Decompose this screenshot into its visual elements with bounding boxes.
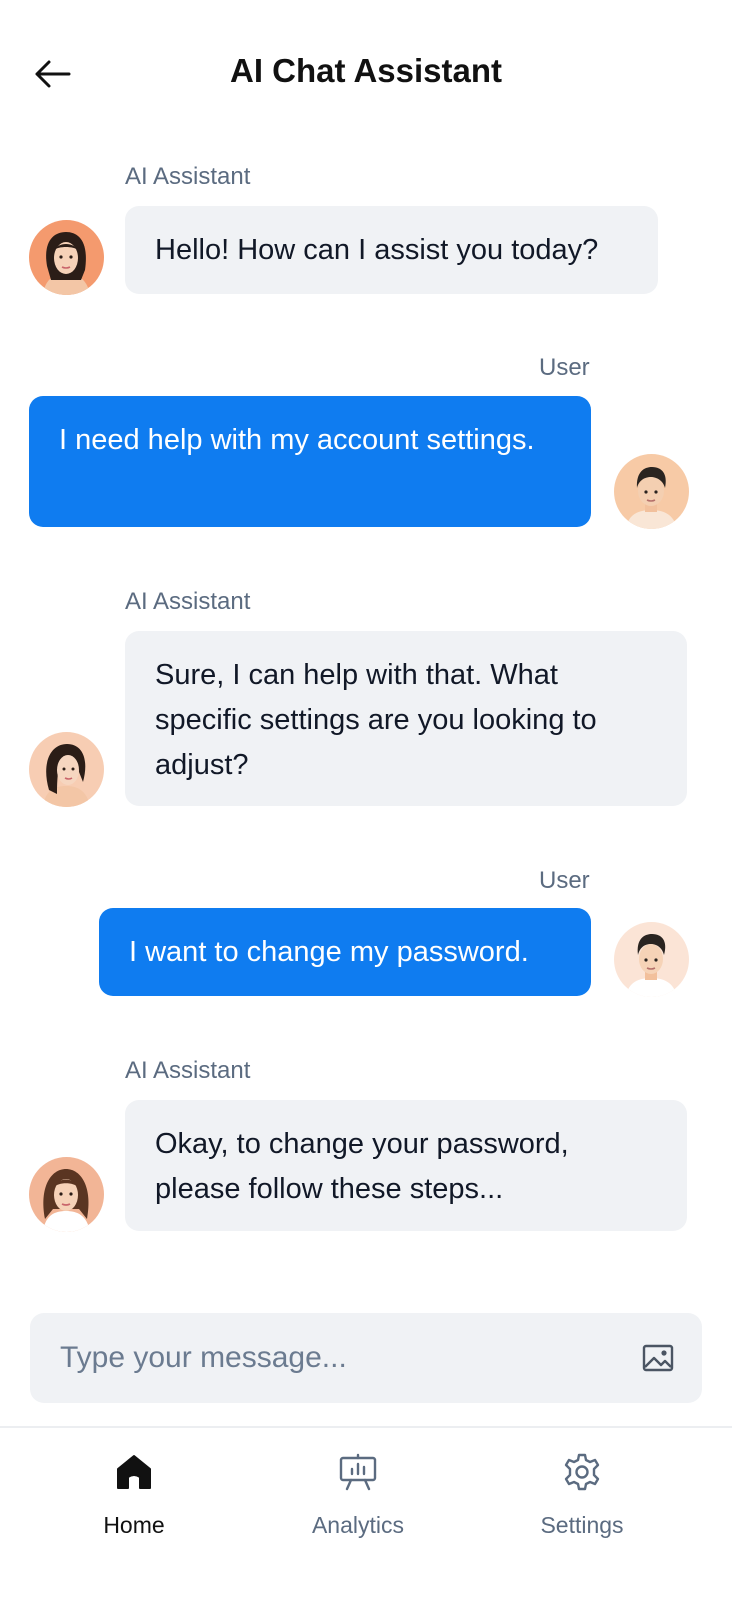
ai-message-bubble: Okay, to change your password, please fo… (125, 1100, 687, 1231)
analytics-icon (339, 1453, 377, 1491)
user-message-bubble: I want to change my password. (99, 908, 591, 996)
message-sender-label: AI Assistant (125, 163, 251, 190)
page-title: AI Chat Assistant (230, 52, 502, 89)
message-text: I need help with my account settings. (59, 424, 535, 456)
ai-avatar (29, 1157, 104, 1232)
gear-icon (564, 1453, 600, 1491)
message-sender-label: User (539, 867, 590, 894)
ai-message-bubble: Sure, I can help with that. What specifi… (125, 631, 687, 806)
message-sender-label: AI Assistant (125, 588, 251, 615)
app-header: AI Chat Assistant (0, 0, 732, 150)
message-text: Hello! How can I assist you today? (155, 234, 599, 266)
nav-label: Settings (540, 1512, 624, 1538)
message-text: Okay, to change your password, please fo… (155, 1128, 569, 1205)
message-sender-label: User (539, 354, 590, 381)
user-message-bubble: I need help with my account settings. (29, 396, 591, 527)
nav-label: Analytics (311, 1512, 405, 1538)
message-sender-label: AI Assistant (125, 1057, 251, 1084)
nav-item-analytics[interactable]: Analytics (258, 1428, 458, 1558)
ai-avatar (29, 220, 104, 295)
message-text: I want to change my password. (129, 936, 529, 968)
user-avatar (614, 922, 689, 997)
bottom-navigation: Home Analytics Settings (0, 1428, 732, 1600)
attach-image-button[interactable] (640, 1340, 676, 1376)
message-input[interactable] (60, 1313, 620, 1403)
ai-message-bubble: Hello! How can I assist you today? (125, 206, 658, 294)
message-text: Sure, I can help with that. What specifi… (155, 659, 597, 781)
message-composer (30, 1313, 702, 1403)
nav-label: Home (103, 1512, 165, 1538)
user-avatar (614, 454, 689, 529)
nav-item-settings[interactable]: Settings (482, 1428, 682, 1558)
home-icon (117, 1455, 151, 1489)
ai-avatar (29, 732, 104, 807)
image-icon (642, 1344, 674, 1372)
nav-item-home[interactable]: Home (34, 1428, 234, 1558)
